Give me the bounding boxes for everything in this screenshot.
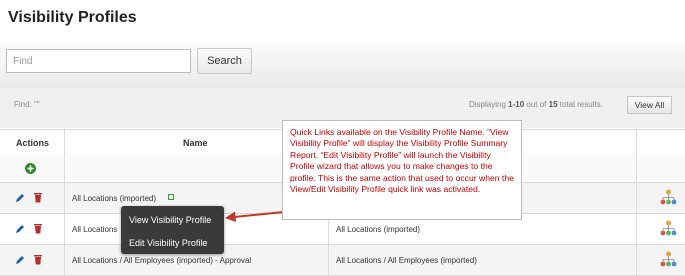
plus-circle-icon[interactable] [25,163,36,174]
location-cell: All Locations / All Employees (imported) [336,256,477,265]
pencil-icon[interactable] [15,193,25,203]
actions-column-header: Actions [16,138,50,148]
profile-name-link[interactable]: All Locations (imported) [72,194,156,203]
page-title: Visibility Profiles [8,9,137,26]
annotation-callout: Quick Links available on the Visibility … [282,120,522,220]
profile-name-link[interactable]: All Locations [72,225,117,234]
name-column-header[interactable]: Name [183,138,208,148]
trash-icon[interactable] [33,192,43,203]
quicklink-dot-icon[interactable] [168,194,174,200]
annotation-arrow [225,211,285,222]
location-cell: All Locations (imported) [336,225,421,234]
org-chart-icon[interactable] [660,189,677,206]
view-all-button[interactable]: View All [627,96,672,114]
profile-name-link[interactable]: All Locations / All Employees (imported)… [72,256,251,265]
quicklink-menu: View Visibility Profile Edit Visibility … [121,206,224,254]
trash-icon[interactable] [33,223,43,234]
pencil-icon[interactable] [15,255,25,265]
org-chart-icon[interactable] [660,220,677,237]
view-visibility-profile-item[interactable]: View Visibility Profile [129,215,211,225]
results-count: Displaying 1-10 out of 15 total results. [469,100,603,109]
search-button[interactable]: Search [197,48,252,74]
table-row: All Locations / All Employees (imported)… [0,245,685,276]
search-input[interactable] [6,49,191,73]
edit-visibility-profile-item[interactable]: Edit Visibility Profile [129,238,207,248]
find-query-label: Find: "" [14,100,40,109]
pencil-icon[interactable] [15,224,25,234]
